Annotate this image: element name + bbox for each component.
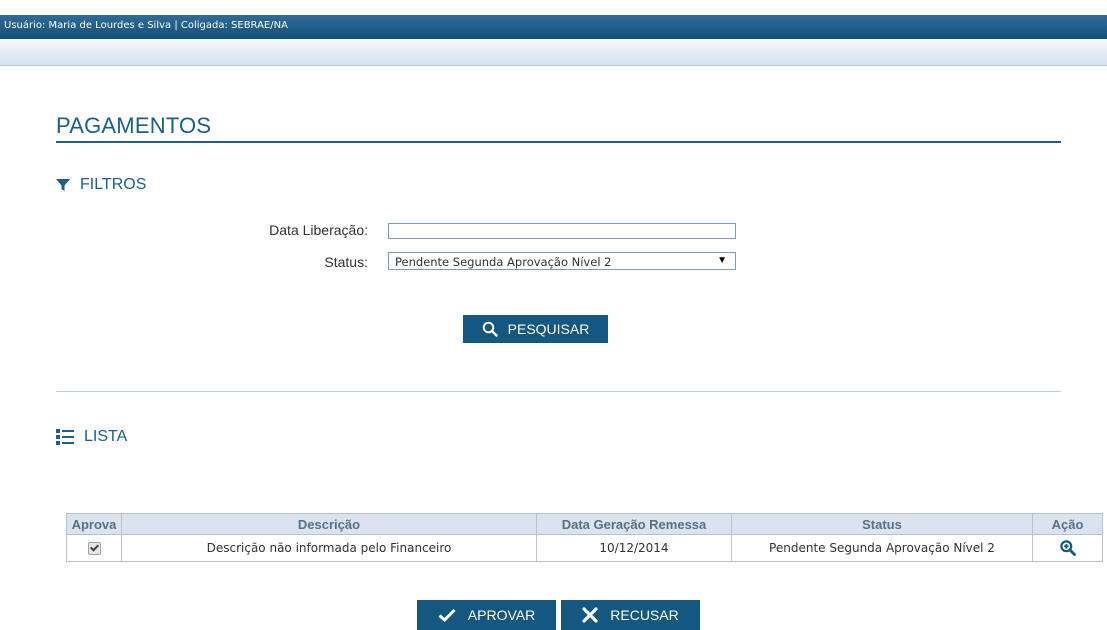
sub-bar xyxy=(0,39,1107,66)
check-icon xyxy=(438,608,456,622)
action-cell xyxy=(1032,534,1103,562)
search-button-label: PESQUISAR xyxy=(507,321,590,337)
column-header-approve[interactable]: Aprova xyxy=(66,513,122,535)
table-header-row: Aprova Descrição Data Geração Remessa St… xyxy=(66,513,1103,535)
status-label: Status: xyxy=(324,254,368,270)
filters-title: FILTROS xyxy=(80,176,147,193)
page-title: PAGAMENTOS xyxy=(56,113,212,138)
top-bar: Usuário: Maria de Lourdes e Silva | Coli… xyxy=(0,15,1107,39)
payments-table: Aprova Descrição Data Geração Remessa St… xyxy=(66,513,1103,562)
column-header-status[interactable]: Status xyxy=(731,513,1033,535)
status-select[interactable]: Pendente Segunda Aprovação Nível 2 ▼ xyxy=(388,252,736,270)
approve-checkbox[interactable] xyxy=(87,542,101,555)
date-input[interactable] xyxy=(388,223,736,239)
user-info: Usuário: Maria de Lourdes e Silva | Coli… xyxy=(4,20,288,31)
section-divider xyxy=(56,391,1061,392)
approve-button[interactable]: APROVAR xyxy=(417,600,556,630)
list-title: LISTA xyxy=(84,428,128,445)
column-header-date[interactable]: Data Geração Remessa xyxy=(536,513,732,535)
column-header-description[interactable]: Descrição xyxy=(121,513,537,535)
date-label: Data Liberação: xyxy=(269,222,368,238)
status-cell: Pendente Segunda Aprovação Nível 2 xyxy=(731,534,1033,562)
list-icon xyxy=(56,429,74,445)
column-header-action: Ação xyxy=(1032,513,1103,535)
table-row: Descrição não informada pelo Financeiro … xyxy=(66,534,1103,562)
list-section-header: LISTA xyxy=(56,428,127,446)
title-divider xyxy=(56,141,1061,143)
description-cell: Descrição não informada pelo Financeiro xyxy=(121,534,537,562)
search-icon xyxy=(482,321,498,337)
date-cell: 10/12/2014 xyxy=(536,534,732,562)
approve-cell xyxy=(66,534,122,562)
reject-button[interactable]: RECUSAR xyxy=(561,600,700,630)
zoom-in-icon[interactable] xyxy=(1059,540,1076,556)
filters-section-header: FILTROS xyxy=(56,176,146,194)
search-button[interactable]: PESQUISAR xyxy=(463,315,608,343)
status-select-value: Pendente Segunda Aprovação Nível 2 xyxy=(395,255,612,269)
dropdown-arrow-icon: ▼ xyxy=(717,255,727,266)
filter-icon xyxy=(56,179,70,191)
